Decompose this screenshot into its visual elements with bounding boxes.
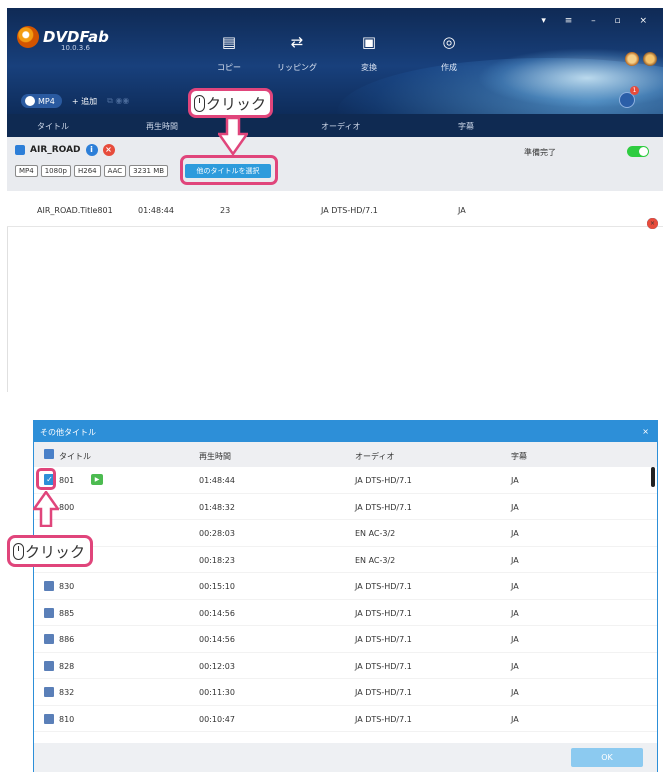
avatar-icon[interactable] [625,52,639,66]
dialog-titlebar: その他タイトル × [34,421,657,442]
tag: AAC [103,165,127,177]
table-row[interactable]: 828 00:12:03 JA DTS-HD/7.1 JA [34,653,657,679]
info-icon[interactable]: i [85,144,98,156]
arrow-up-icon [33,491,59,527]
enable-toggle[interactable] [627,146,649,157]
table-row[interactable]: 800 01:48:32 JA DTS-HD/7.1 JA [34,494,657,520]
highlight-frame [180,155,278,185]
source-block: AIR_ROAD i × MP4 1080p H264 AAC 3231 MB … [7,137,663,191]
format-tags: MP4 1080p H264 AAC 3231 MB [15,165,169,177]
track-subtitle: JA [458,206,466,215]
delete-icon[interactable]: × [647,218,658,229]
nav-converter[interactable]: ▣ 変換 [339,32,399,73]
tag: 1080p [40,165,71,177]
arrow-down-icon [218,118,248,157]
dialog-footer: OK [34,743,657,772]
ripper-icon: ⇄ [290,33,304,51]
track-duration: 01:48:44 [138,206,174,215]
nav-creator[interactable]: ◎ 作成 [419,32,479,73]
toolbar: MP4 + 追加 ⧉ ◉◉ [21,94,129,108]
table-row[interactable]: ✓ 801 ▶ 01:48:44 JA DTS-HD/7.1 JA [34,467,657,494]
nav-ripper[interactable]: ⇄ リッピング [267,32,327,73]
tag: 3231 MB [129,165,169,177]
dialog-title: その他タイトル [40,428,96,437]
row-checkbox[interactable] [44,660,54,671]
click-callout-bottom: クリック [7,535,93,567]
converter-icon: ▣ [361,33,377,51]
table-row[interactable]: 00:28:03 EN AC-3/2 JA [34,520,657,547]
row-checkbox[interactable] [44,713,54,724]
disabled-tools-icon: ⧉ ◉◉ [107,96,130,105]
add-button[interactable]: + 追加 [72,96,97,107]
remove-icon[interactable]: × [102,144,115,156]
col-audio: オーディオ [355,452,395,461]
mouse-icon [13,542,24,560]
mouse-icon [194,94,205,112]
table-row[interactable]: 886 00:14:56 JA DTS-HD/7.1 JA [34,626,657,653]
click-callout-top: クリック [188,88,273,118]
window-controls[interactable]: ▾ ≡ – ▫ × [541,16,655,26]
track-chapters: 23 [220,206,231,215]
tag: H264 [73,165,101,177]
dvdfab-window: DVDFab 10.0.3.6 ▤ コピー ⇄ リッピング ▣ 変換 ◎ 作成 … [7,8,663,392]
col-audio: オーディオ [321,122,361,131]
row-checkbox[interactable] [44,607,54,618]
highlight-frame [36,468,56,490]
profile-icon [25,96,35,106]
track-title: AIR_ROAD.Title801 [37,206,113,215]
close-icon[interactable]: × [642,427,649,436]
col-title: タイトル [59,452,91,461]
col-title: タイトル [37,122,69,131]
table-row[interactable]: 830 00:15:10 JA DTS-HD/7.1 JA [34,573,657,600]
collapse-icon[interactable] [15,145,25,155]
preview-play-icon[interactable]: ▶ [91,474,103,485]
table-row[interactable]: 885 00:14:56 JA DTS-HD/7.1 JA [34,600,657,626]
col-subtitle: 字幕 [458,122,474,131]
table-row[interactable]: 832 00:11:30 JA DTS-HD/7.1 JA [34,679,657,706]
creator-icon: ◎ [442,33,456,51]
select-all-checkbox[interactable] [44,449,54,459]
title-list: ✓ 801 ▶ 01:48:44 JA DTS-HD/7.1 JA 800 01… [34,467,657,732]
row-checkbox[interactable] [44,581,54,591]
disc-logo-icon [17,26,39,48]
source-title-line: AIR_ROAD i × [15,144,115,156]
track-row[interactable]: AIR_ROAD.Title801 01:48:44 23 JA DTS-HD/… [7,191,663,229]
col-subtitle: 字幕 [511,452,527,461]
table-row[interactable]: 810 00:10:47 JA DTS-HD/7.1 JA [34,706,657,732]
nav-copy[interactable]: ▤ コピー [199,32,259,73]
source-name: AIR_ROAD [30,145,81,155]
status-text: 準備完了 [524,148,556,157]
tag: MP4 [15,165,38,177]
other-titles-dialog: その他タイトル × タイトル 再生時間 オーディオ 字幕 ✓ 801 ▶ 01:… [33,420,658,772]
row-checkbox[interactable] [44,687,54,697]
track-audio: JA DTS-HD/7.1 [321,206,378,215]
ok-button[interactable]: OK [571,748,643,767]
app-header: DVDFab 10.0.3.6 ▤ コピー ⇄ リッピング ▣ 変換 ◎ 作成 … [7,8,663,114]
profile-selector[interactable]: MP4 [21,94,62,108]
avatar-icon[interactable] [643,52,657,66]
dialog-column-header: タイトル 再生時間 オーディオ 字幕 [34,442,657,467]
queue-badge: 1 [630,86,639,95]
table-row[interactable]: 00:18:23 EN AC-3/2 JA [34,547,657,573]
divider [7,227,8,392]
version-label: 10.0.3.6 [61,44,90,52]
column-header: タイトル 再生時間 オーディオ 字幕 [7,114,663,137]
col-duration: 再生時間 [146,122,178,131]
copy-icon: ▤ [221,33,237,51]
col-duration: 再生時間 [199,452,231,461]
row-checkbox[interactable] [44,634,54,644]
